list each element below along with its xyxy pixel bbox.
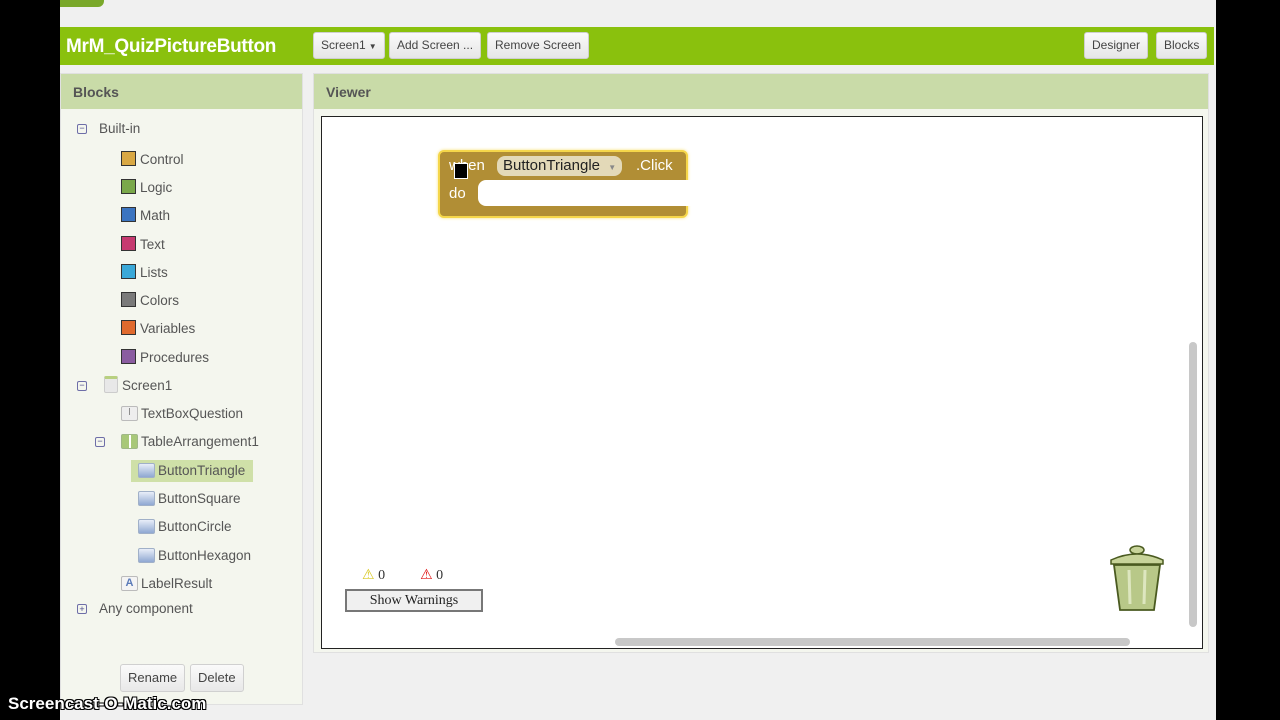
component-item-buttontriangle[interactable]: ButtonTriangle xyxy=(131,460,253,482)
logic-swatch-icon xyxy=(121,179,136,194)
button-icon xyxy=(138,548,155,563)
tree-item-built-in[interactable]: − Built-in xyxy=(77,118,277,140)
chevron-down-icon: ▼ xyxy=(368,42,377,51)
horizontal-scrollbar[interactable] xyxy=(615,638,1130,646)
component-item-buttonhexagon[interactable]: ButtonHexagon xyxy=(131,545,261,567)
builtin-item-math[interactable]: Math xyxy=(121,205,261,227)
blocks-button[interactable]: Blocks xyxy=(1156,32,1208,59)
lists-swatch-icon xyxy=(121,264,136,279)
tree-item-label: Procedures xyxy=(140,350,210,365)
text-swatch-icon xyxy=(121,236,136,251)
tree-item-label: ButtonSquare xyxy=(158,491,241,506)
button-icon xyxy=(138,463,155,478)
builtin-item-lists[interactable]: Lists xyxy=(121,262,261,284)
blocks-panel: Blocks − Built-in Control Logic Math Tex… xyxy=(60,73,303,705)
chevron-down-icon: ▼ xyxy=(608,163,617,172)
event-name: .Click xyxy=(636,157,673,174)
builtin-item-colors[interactable]: Colors xyxy=(121,290,261,312)
collapse-icon[interactable]: − xyxy=(77,124,87,134)
tree-item-label: TextBoxQuestion xyxy=(141,406,244,421)
screen-selector-label: Screen1 xyxy=(321,38,366,52)
component-item-tablearrangement1[interactable]: − TableArrangement1 xyxy=(95,431,295,453)
tree-item-label: Built-in xyxy=(99,121,141,136)
component-item-buttoncircle[interactable]: ButtonCircle xyxy=(131,516,253,538)
tree-item-label: ButtonCircle xyxy=(158,519,232,534)
tree-item-label: ButtonTriangle xyxy=(158,463,246,478)
tree-item-label: TableArrangement1 xyxy=(141,434,259,449)
tree-item-label: Lists xyxy=(140,265,168,280)
tree-item-label: Variables xyxy=(140,321,196,336)
error-triangle-icon: ⚠ xyxy=(420,568,433,583)
collapse-icon[interactable]: − xyxy=(77,381,87,391)
label-icon: A xyxy=(121,576,138,591)
procedures-swatch-icon xyxy=(121,349,136,364)
component-item-textboxquestion[interactable]: I TextBoxQuestion xyxy=(121,403,281,425)
builtin-item-logic[interactable]: Logic xyxy=(121,177,261,199)
warnings-count: 0 xyxy=(378,568,386,583)
builtin-item-variables[interactable]: Variables xyxy=(121,318,261,340)
rename-button[interactable]: Rename xyxy=(120,664,186,692)
tree-item-screen1[interactable]: − Screen1 xyxy=(77,375,277,397)
errors-count: 0 xyxy=(436,568,444,583)
project-title: MrM_QuizPictureButton xyxy=(66,36,277,57)
remove-screen-button[interactable]: Remove Screen xyxy=(487,32,590,59)
app-window: MrM_QuizPictureButton Screen1 ▼ Add Scree… xyxy=(60,0,1216,720)
tree-item-label: Any component xyxy=(99,601,193,616)
delete-button[interactable]: Delete xyxy=(190,664,244,692)
builtin-item-control[interactable]: Control xyxy=(121,149,261,171)
collapse-icon[interactable]: − xyxy=(95,437,105,447)
table-arrangement-icon xyxy=(121,434,138,449)
warnings-indicator: ⚠ 0 ⚠ 0 xyxy=(362,567,443,584)
component-item-buttonsquare[interactable]: ButtonSquare xyxy=(131,488,253,510)
expand-icon[interactable]: + xyxy=(77,604,87,614)
designer-button[interactable]: Designer xyxy=(1084,32,1149,59)
tree-item-label: Screen1 xyxy=(122,378,173,393)
tree-item-label: Colors xyxy=(140,293,180,308)
app-inventor-logo xyxy=(60,0,104,7)
tree-item-label: Text xyxy=(140,237,165,252)
trash-can-icon[interactable] xyxy=(1107,542,1167,617)
tree-item-label: LabelResult xyxy=(141,576,213,591)
screen-icon xyxy=(104,376,118,393)
button-icon xyxy=(138,491,155,506)
colors-swatch-icon xyxy=(121,292,136,307)
add-screen-button[interactable]: Add Screen ... xyxy=(389,32,482,59)
viewer-panel-title: Viewer xyxy=(314,74,1208,109)
vertical-scrollbar[interactable] xyxy=(1189,342,1197,627)
screencast-watermark: Screencast-O-Matic.com xyxy=(8,694,207,713)
screen-selector-dropdown[interactable]: Screen1 ▼ xyxy=(313,32,385,59)
tree-item-any-component[interactable]: + Any component xyxy=(77,598,277,620)
show-warnings-button[interactable]: Show Warnings xyxy=(345,589,483,612)
tree-item-label: ButtonHexagon xyxy=(158,548,252,563)
variables-swatch-icon xyxy=(121,320,136,335)
tree-item-label: Logic xyxy=(140,180,173,195)
builtin-item-procedures[interactable]: Procedures xyxy=(121,347,261,369)
component-dropdown-value: ButtonTriangle xyxy=(503,157,601,174)
button-icon xyxy=(138,519,155,534)
tree-item-label: Control xyxy=(140,152,184,167)
builtin-item-text[interactable]: Text xyxy=(121,234,261,256)
do-keyword: do xyxy=(449,185,466,202)
event-block-when-click[interactable]: when ButtonTriangle ▼ .Click do xyxy=(438,150,698,218)
blocks-panel-title: Blocks xyxy=(61,74,302,109)
blocks-workspace[interactable]: when ButtonTriangle ▼ .Click do ⚠ 0 ⚠ 0 … xyxy=(321,116,1203,649)
cursor-icon xyxy=(454,163,468,179)
do-statement-slot[interactable] xyxy=(478,180,698,206)
component-dropdown[interactable]: ButtonTriangle ▼ xyxy=(497,156,623,176)
warning-triangle-icon: ⚠ xyxy=(362,568,375,583)
control-swatch-icon xyxy=(121,151,136,166)
project-toolbar: MrM_QuizPictureButton Screen1 ▼ Add Scree… xyxy=(60,27,1214,65)
component-item-labelresult[interactable]: A LabelResult xyxy=(121,573,261,595)
viewer-panel: Viewer when ButtonTriangle ▼ .Click do ⚠… xyxy=(313,73,1209,653)
math-swatch-icon xyxy=(121,207,136,222)
tree-item-label: Math xyxy=(140,208,171,223)
textbox-icon: I xyxy=(121,406,138,421)
